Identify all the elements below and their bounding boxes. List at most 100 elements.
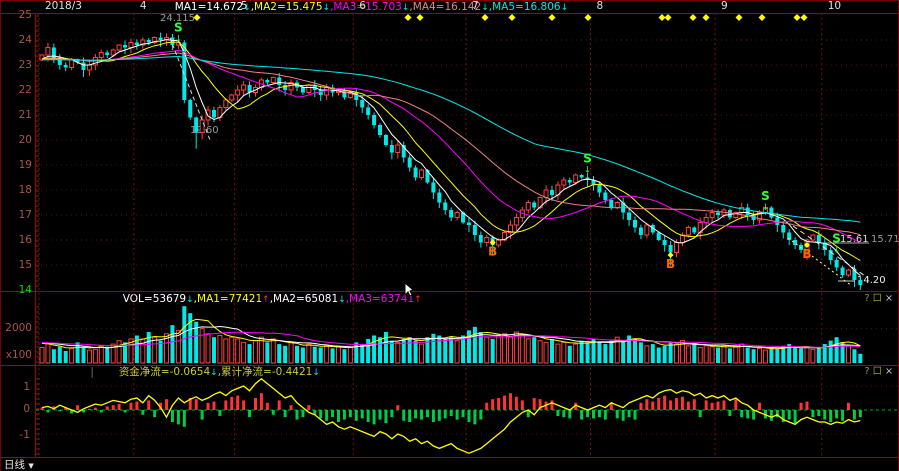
sell-arrow-icon: ↓	[833, 246, 841, 256]
flow-bar	[212, 402, 215, 410]
flow-bar	[550, 400, 553, 410]
flow-bar	[88, 409, 91, 410]
volume-bar	[449, 337, 453, 363]
candle-body-up	[846, 270, 850, 275]
flow-bar	[639, 403, 642, 410]
candle-body-down	[609, 200, 613, 208]
candle-body-down	[372, 115, 376, 125]
candle-body-down	[841, 268, 845, 276]
volume-bar	[348, 348, 352, 363]
flow-bar	[628, 410, 631, 417]
signal-diamond-icon	[509, 14, 516, 21]
volume-bar	[722, 346, 726, 363]
flow-bar	[307, 405, 310, 410]
signal-diamond-icon	[482, 14, 489, 21]
flow-bar	[135, 402, 138, 410]
flow-bar	[384, 410, 387, 423]
volume-bar	[153, 337, 157, 363]
volume-bar	[425, 337, 429, 363]
candle-body-down	[728, 210, 732, 218]
flow-bar	[272, 410, 275, 415]
volume-bar	[663, 346, 667, 363]
chart-canvas[interactable]: S↓S↓S↓S↓BBB	[0, 0, 899, 471]
candle-body-up	[526, 203, 530, 211]
flow-bar	[758, 403, 761, 410]
flow-bar	[295, 410, 298, 420]
flow-bar	[462, 410, 465, 417]
volume-bar	[639, 342, 643, 363]
volume-bar	[597, 342, 601, 363]
candle-body-down	[437, 193, 441, 203]
volume-bar	[182, 306, 186, 363]
candle-body-up	[485, 238, 489, 243]
volume-bar	[289, 342, 293, 363]
volume-bar	[253, 341, 257, 363]
flow-bar	[841, 410, 844, 421]
candle-body-up	[307, 85, 311, 93]
volume-bar	[265, 342, 269, 363]
volume-bar	[64, 351, 68, 363]
volume-bar	[698, 348, 702, 363]
flow-bar	[260, 393, 263, 410]
flow-bar	[521, 400, 524, 410]
flow-bar	[266, 403, 269, 410]
flow-bar	[444, 410, 447, 418]
candle-body-up	[242, 85, 246, 90]
flow-bar	[207, 403, 210, 410]
ma-line-60	[42, 57, 860, 223]
volume-bar	[295, 346, 299, 363]
sell-signal-label: S	[832, 232, 841, 246]
flow-bar	[610, 404, 613, 410]
flow-bar	[331, 410, 334, 417]
flow-bar	[284, 410, 287, 417]
candle-body-up	[704, 218, 708, 223]
volume-bar	[93, 349, 97, 363]
flow-bar	[533, 398, 536, 410]
sell-arrow-icon: ↓	[762, 203, 770, 213]
flow-bar	[367, 410, 370, 422]
mouse-cursor	[405, 283, 413, 296]
volume-bar	[508, 337, 512, 363]
flow-bar	[580, 410, 583, 420]
candle-body-down	[603, 193, 607, 201]
volume-bar	[817, 348, 821, 363]
candle-body-up	[396, 145, 400, 153]
flow-bar	[438, 410, 441, 421]
candle-body-down	[82, 63, 86, 71]
flow-bar	[805, 402, 808, 410]
candle-body-down	[532, 203, 536, 208]
volume-bar	[485, 337, 489, 363]
volume-bar	[609, 341, 613, 363]
volume-bar	[520, 335, 524, 363]
flow-bar	[556, 410, 559, 416]
flow-bar	[568, 410, 571, 418]
flow-bar	[373, 410, 376, 424]
flow-bar	[835, 410, 838, 418]
flow-bar	[823, 410, 826, 420]
volume-bar	[105, 347, 109, 363]
volume-bar	[325, 346, 329, 363]
candle-body-down	[835, 260, 839, 268]
candle-body-down	[597, 185, 601, 193]
flow-bar	[230, 397, 233, 410]
volume-bar	[811, 349, 815, 363]
flow-bar	[788, 410, 791, 420]
flow-bar	[663, 396, 666, 410]
candle-body-down	[663, 240, 667, 245]
volume-bar	[491, 339, 495, 363]
candle-body-up	[99, 53, 103, 58]
candle-body-down	[301, 88, 305, 93]
flow-bar	[195, 399, 198, 410]
volume-bar	[467, 330, 471, 363]
volume-bar	[52, 349, 56, 363]
flow-bar	[800, 403, 803, 410]
volume-bar	[224, 339, 228, 363]
volume-bar	[230, 337, 234, 363]
volume-bar	[645, 346, 649, 363]
candle-body-up	[111, 50, 115, 55]
volume-bar	[769, 348, 773, 363]
volume-bar	[337, 347, 341, 363]
volume-bar	[686, 346, 690, 363]
volume-bar	[408, 337, 412, 363]
volume-bar	[633, 339, 637, 363]
